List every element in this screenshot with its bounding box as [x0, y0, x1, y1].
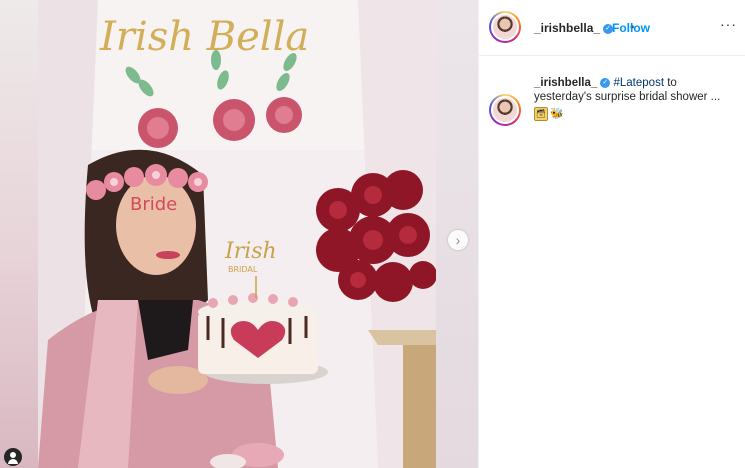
author-username-text[interactable]: _irishbella_: [534, 21, 600, 35]
caption-username[interactable]: _irishbella_: [534, 77, 597, 89]
card-box-emoji-icon: 🗃: [534, 107, 548, 122]
media-backdrop-left: [0, 0, 38, 468]
post-media[interactable]: Irish Bella Bride Irish BRIDAL ›: [0, 0, 478, 468]
verified-badge-icon: ✓: [600, 77, 611, 88]
caption-emojis: 🗃 🐝: [534, 107, 564, 122]
caption-hashtag[interactable]: #Latepost: [614, 77, 665, 89]
chevron-right-icon: ›: [455, 232, 461, 248]
author-avatar[interactable]: [489, 11, 521, 43]
post-header: _irishbella_ ✓ • Follow ···: [479, 0, 745, 56]
post-caption: _irishbella_ ✓ #Latepost to yesterday's s…: [534, 76, 734, 122]
bee-emoji-icon: 🐝: [550, 108, 564, 121]
cake-topper-text: Irish: [224, 239, 277, 264]
cake-topper-sub: BRIDAL: [228, 265, 258, 274]
cheek-text: Bride: [130, 194, 177, 215]
author-username[interactable]: _irishbella_ ✓: [534, 21, 614, 35]
caption-avatar[interactable]: [489, 94, 521, 126]
post-sidebar: _irishbella_ ✓ • Follow ··· _irishbella_ ✓…: [478, 0, 745, 468]
next-media-button[interactable]: ›: [448, 230, 468, 250]
banner-text: Irish Bella: [99, 14, 309, 60]
post-photo: Irish Bella Bride Irish BRIDAL: [38, 0, 436, 468]
more-options-icon[interactable]: ···: [720, 16, 737, 32]
follow-button[interactable]: Follow: [612, 21, 650, 35]
user-tag-icon[interactable]: [4, 448, 22, 466]
